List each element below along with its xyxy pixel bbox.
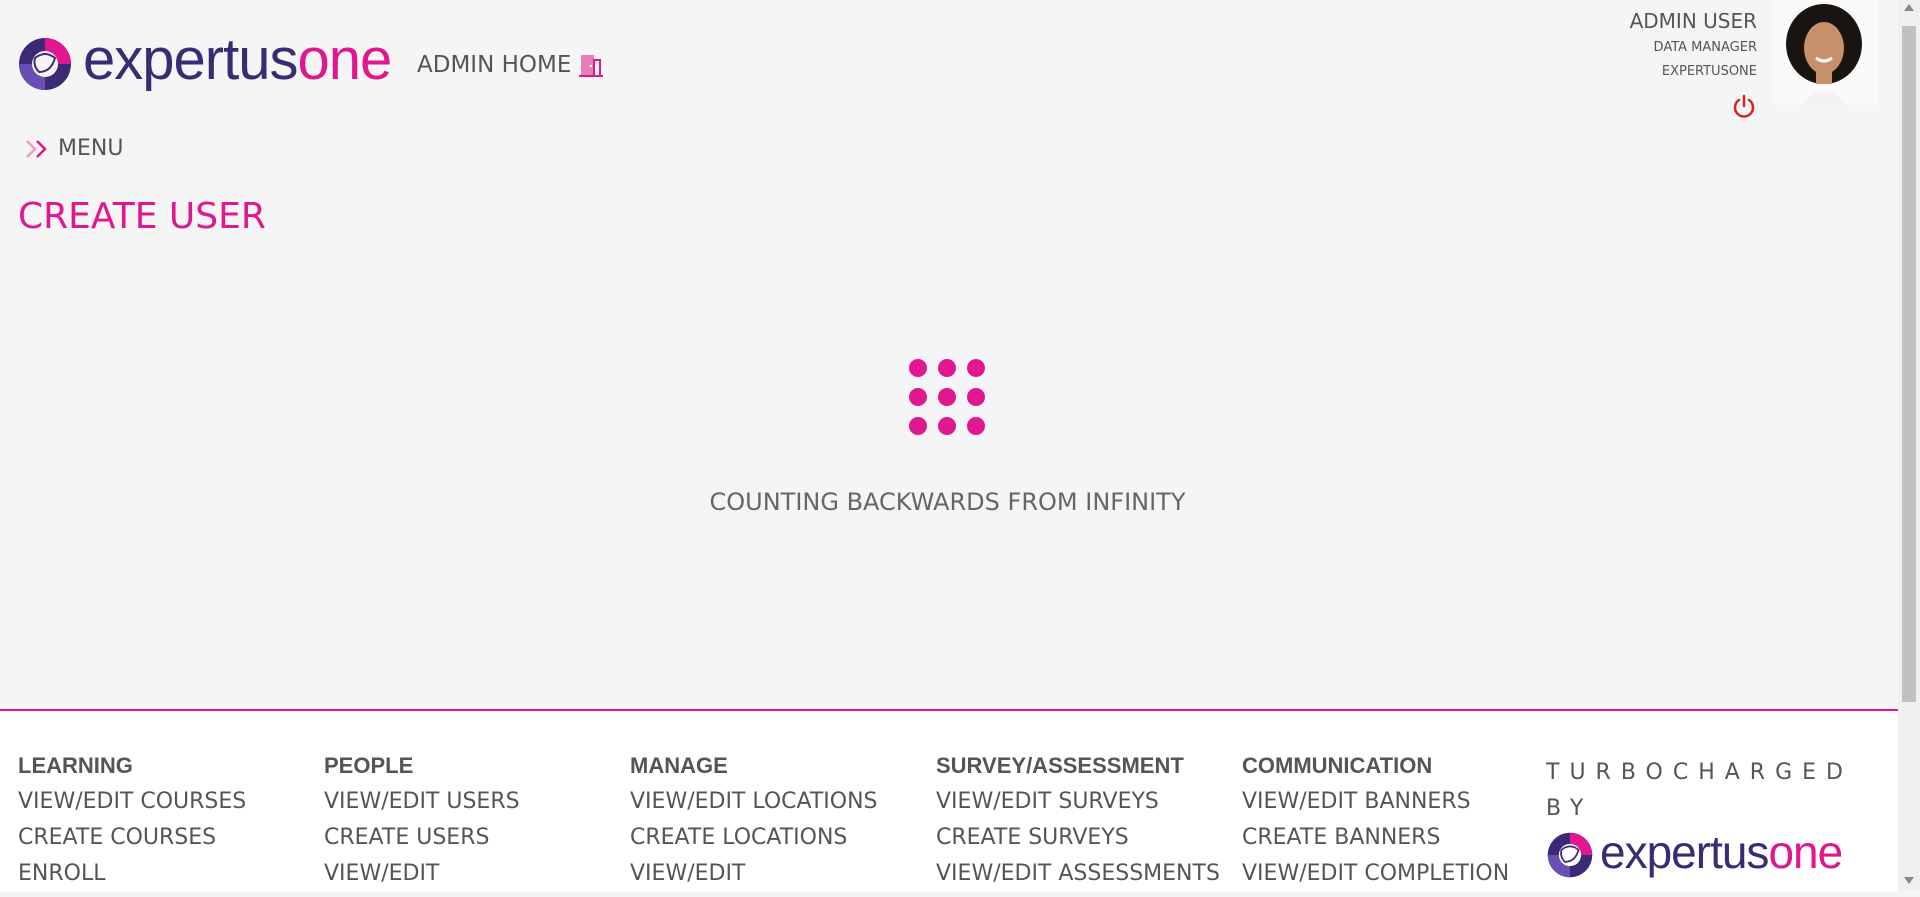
scroll-down-arrow-icon[interactable] — [1904, 877, 1914, 884]
footer-link[interactable]: CREATE LOCATIONS — [630, 825, 878, 851]
footer-column-survey-assessment: SURVEY/ASSESSMENT VIEW/EDIT SURVEYS CREA… — [936, 753, 1220, 897]
menu-label: MENU — [58, 136, 124, 161]
footer-link[interactable]: VIEW/EDIT — [324, 861, 520, 887]
logo-wordmark-part1: expertus — [83, 27, 298, 92]
menu-toggle[interactable]: MENU — [24, 136, 123, 161]
user-avatar-icon — [1772, 0, 1877, 105]
footer: LEARNING VIEW/EDIT COURSES CREATE COURSE… — [0, 709, 1898, 892]
scrollbar-thumb[interactable] — [1902, 26, 1916, 702]
avatar[interactable] — [1772, 0, 1877, 105]
footer-link[interactable]: VIEW/EDIT USERS — [324, 789, 520, 815]
footer-column-manage: MANAGE VIEW/EDIT LOCATIONS CREATE LOCATI… — [630, 753, 878, 897]
footer-heading: SURVEY/ASSESSMENT — [936, 753, 1184, 778]
footer-logo-wordmark-part2: one — [1768, 826, 1843, 878]
footer-link[interactable]: VIEW/EDIT BANNERS — [1242, 789, 1509, 815]
footer-link[interactable]: VIEW/EDIT ASSESSMENTS — [936, 861, 1220, 887]
footer-link[interactable]: CREATE SURVEYS — [936, 825, 1220, 851]
footer-link[interactable]: VIEW/EDIT SURVEYS — [936, 789, 1220, 815]
footer-link[interactable]: CREATE BANNERS — [1242, 825, 1509, 851]
footer-logo-wordmark: expertusone — [1600, 826, 1843, 878]
footer-logo-wordmark-part1: expertus — [1600, 826, 1769, 878]
footer-column-learning: LEARNING VIEW/EDIT COURSES CREATE COURSE… — [18, 753, 246, 897]
turbocharged-by-label: TURBOCHARGED BY — [1546, 760, 1853, 821]
footer-heading: MANAGE — [630, 753, 728, 778]
footer-link[interactable]: CREATE COURSES — [18, 825, 246, 851]
user-organization: EXPERTUSONE — [1661, 64, 1757, 79]
footer-link[interactable]: VIEW/EDIT COMPLETION — [1242, 861, 1509, 887]
footer-heading: PEOPLE — [324, 753, 414, 778]
footer-link[interactable]: VIEW/EDIT — [630, 861, 878, 887]
double-chevron-right-icon — [26, 139, 47, 158]
page-title: CREATE USER — [18, 196, 266, 237]
dot-grid-spinner-icon — [909, 359, 985, 435]
user-role: DATA MANAGER — [1653, 40, 1757, 55]
page-scrollbar[interactable] — [1898, 0, 1920, 890]
expertusone-logo-icon — [19, 38, 71, 90]
footer-link[interactable]: ENROLL — [18, 861, 246, 887]
user-name: ADMIN USER — [1629, 9, 1757, 33]
header-logo[interactable]: expertusone — [17, 31, 392, 92]
footer-link[interactable]: CREATE USERS — [324, 825, 520, 851]
footer-heading: COMMUNICATION — [1242, 753, 1433, 778]
expertusone-logo-icon — [1547, 832, 1593, 878]
footer-column-communication: COMMUNICATION VIEW/EDIT BANNERS CREATE B… — [1242, 753, 1509, 897]
logo-wordmark: expertusone — [83, 31, 392, 89]
admin-home-link[interactable]: ADMIN HOME — [417, 52, 571, 78]
logo-wordmark-part2: one — [297, 27, 392, 92]
scroll-up-arrow-icon[interactable] — [1904, 4, 1914, 11]
footer-link[interactable]: VIEW/EDIT COURSES — [18, 789, 246, 815]
footer-heading: LEARNING — [18, 753, 133, 778]
footer-column-people: PEOPLE VIEW/EDIT USERS CREATE USERS VIEW… — [324, 753, 520, 897]
power-icon[interactable] — [1731, 94, 1757, 120]
door-icon[interactable] — [578, 52, 604, 78]
footer-link[interactable]: VIEW/EDIT LOCATIONS — [630, 789, 878, 815]
footer-logo[interactable]: expertusone — [1546, 826, 1843, 879]
loading-message: COUNTING BACKWARDS FROM INFINITY — [709, 488, 1186, 516]
